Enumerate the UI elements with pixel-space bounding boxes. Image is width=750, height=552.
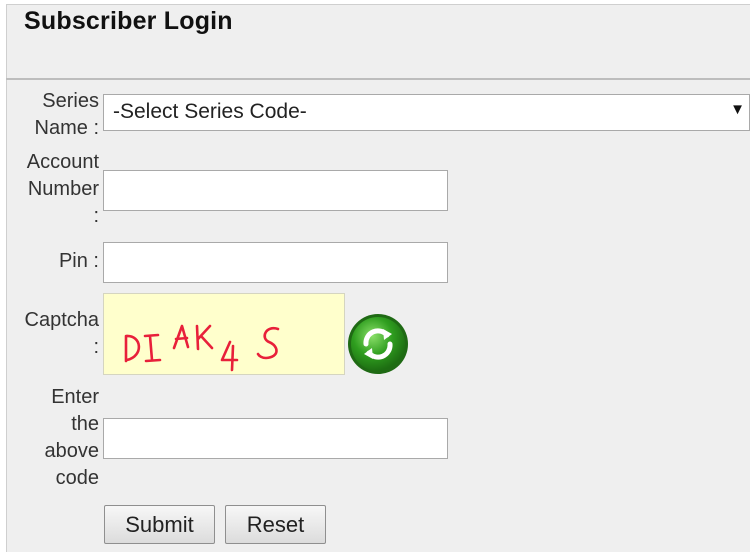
captcha-distorted-text [124,324,280,372]
title-divider [6,78,750,80]
submit-button[interactable]: Submit [104,505,215,544]
captcha-code-input[interactable] [103,418,448,459]
series-name-label: Series Name : [34,90,99,139]
enter-code-label: Enter the above code [44,386,100,489]
captcha-label: Captcha : [24,309,100,358]
captcha-image [103,293,345,375]
triangle-down-icon: ▼ [730,101,745,118]
pin-label: Pin : [58,250,99,272]
series-code-select[interactable]: -Select Series Code- ▼ [103,94,750,131]
account-number-input[interactable] [103,170,448,211]
pin-input[interactable] [103,242,448,283]
refresh-icon[interactable] [346,312,410,376]
page-title: Subscriber Login [24,7,233,35]
series-code-selected-value: -Select Series Code- [113,100,307,123]
account-number-label: Account Number : [26,151,99,227]
reset-button[interactable]: Reset [225,505,326,544]
